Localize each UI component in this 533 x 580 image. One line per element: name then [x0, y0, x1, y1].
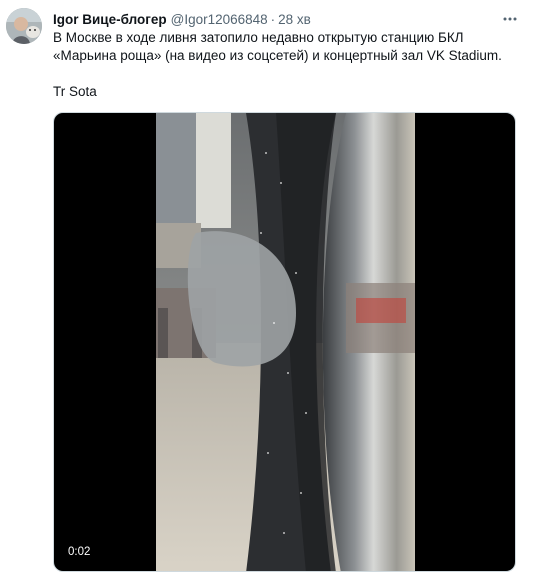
tweet-signature: Tr Sota — [53, 84, 97, 99]
tweet-text: В Москве в ходе ливня затопило недавно о… — [53, 29, 518, 101]
video-duration: 0:02 — [64, 545, 95, 559]
tweet: Igor Вице-блогер @Igor12066848 · 28 хв В… — [0, 0, 533, 580]
avatar-photo — [6, 8, 42, 44]
separator-dot: · — [270, 11, 276, 27]
timestamp[interactable]: 28 хв — [278, 12, 311, 27]
tweet-text-line-1: В Москве в ходе ливня затопило недавно о… — [53, 30, 464, 45]
video-frame — [156, 113, 415, 571]
tweet-header: Igor Вице-блогер @Igor12066848 · 28 хв — [53, 10, 523, 28]
tweet-text-line-2: «Марьина роща» (на видео из соцсетей) и … — [53, 48, 502, 63]
video-player[interactable]: 0:02 — [53, 112, 516, 572]
author-name[interactable]: Igor Вице-блогер — [53, 12, 167, 27]
avatar[interactable] — [6, 8, 42, 44]
more-options-icon[interactable] — [501, 10, 519, 28]
author-handle[interactable]: @Igor12066848 — [171, 12, 268, 27]
video-thumbnail — [156, 113, 415, 571]
